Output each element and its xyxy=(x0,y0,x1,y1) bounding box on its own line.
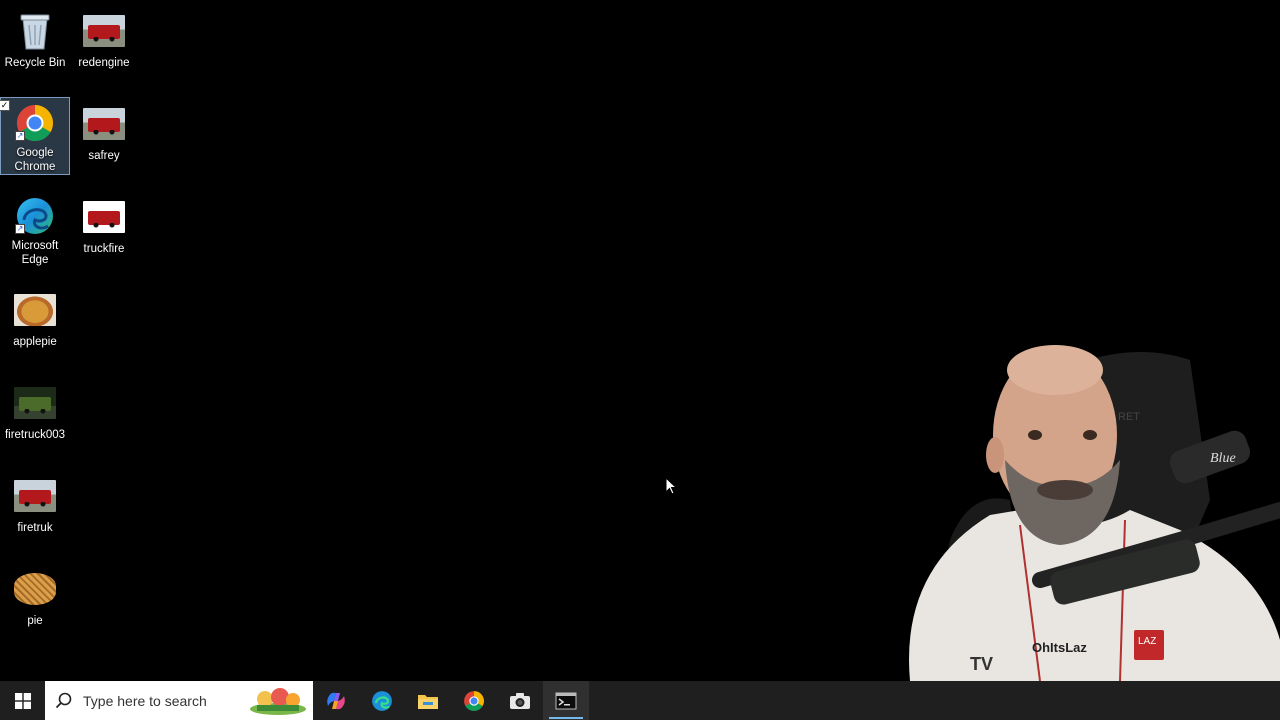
selection-checkbox[interactable]: ✓ xyxy=(0,100,10,111)
desktop-icon-applepie[interactable]: applepie xyxy=(0,283,70,361)
desktop-icon-safrey[interactable]: safrey xyxy=(69,97,139,175)
taskbar-edge[interactable] xyxy=(359,681,405,720)
shirt-tv-text: TV xyxy=(970,654,993,674)
desktop-icon-label: redengine xyxy=(78,57,130,69)
desktop-icon-firetruk[interactable]: firetruk xyxy=(0,469,70,547)
chrome-icon: ✓ ↗ xyxy=(0,100,57,143)
image-thumbnail-icon xyxy=(82,9,126,53)
search-placeholder: Type here to search xyxy=(83,692,207,709)
desktop-icon-label: applepie xyxy=(13,336,57,348)
recycle-bin-icon xyxy=(13,9,57,53)
desktop-icon-pie[interactable]: pie xyxy=(0,562,70,640)
taskbar-search-box[interactable]: Type here to search xyxy=(45,681,313,720)
taskbar-camera[interactable] xyxy=(497,681,543,720)
desktop-icon-label: truckfire xyxy=(83,243,125,255)
taskbar-copilot[interactable] xyxy=(313,681,359,720)
desktop-icon-label: safrey xyxy=(88,150,120,162)
search-icon xyxy=(55,692,72,708)
mic-brand-text: Blue xyxy=(1210,451,1236,466)
file-explorer-icon xyxy=(418,694,438,709)
image-thumbnail-icon xyxy=(13,474,57,518)
taskbar-chrome[interactable] xyxy=(451,681,497,720)
edge-icon xyxy=(372,690,392,711)
desktop-icon-label: Recycle Bin xyxy=(4,57,66,69)
desktop-icon-microsoft-edge[interactable]: ↗ Microsoft Edge xyxy=(0,190,70,268)
desktop-icon-recycle-bin[interactable]: Recycle Bin xyxy=(0,4,70,82)
terminal-icon xyxy=(555,692,577,709)
image-thumbnail-icon xyxy=(13,381,57,425)
taskbar-file-explorer[interactable] xyxy=(405,681,451,720)
shirt-text: OhItsLaz xyxy=(1032,640,1087,655)
taskbar: Type here to search xyxy=(0,681,1280,720)
shirt-badge-text: LAZ xyxy=(1138,636,1156,647)
desktop-icon-truckfire[interactable]: truckfire xyxy=(69,190,139,268)
desktop-icon-google-chrome[interactable]: ✓ ↗ Google Chrome xyxy=(0,97,70,175)
webcam-overlay: RET Blue OhItsLaz TV LAZ xyxy=(880,340,1280,681)
windows-logo-icon xyxy=(14,692,31,709)
start-button[interactable] xyxy=(0,681,45,720)
desktop-icon-label: Microsoft Edge xyxy=(11,240,59,266)
desktop-icon-redengine[interactable]: redengine xyxy=(69,4,139,82)
svg-text:RET: RET xyxy=(1118,411,1140,423)
camera-icon xyxy=(510,692,530,709)
chrome-icon xyxy=(464,690,484,711)
desktop-icon-label: firetruk xyxy=(17,522,53,534)
image-thumbnail-icon xyxy=(82,102,126,146)
shortcut-arrow-icon: ↗ xyxy=(15,224,25,234)
desktop-icon-label: pie xyxy=(27,615,43,627)
edge-icon: ↗ xyxy=(13,195,57,236)
search-highlight-icon xyxy=(250,688,306,715)
mouse-cursor-icon xyxy=(665,477,677,495)
desktop-icon-label: firetruck003 xyxy=(4,429,66,441)
shortcut-arrow-icon: ↗ xyxy=(15,131,25,141)
image-thumbnail-icon xyxy=(82,195,126,239)
image-thumbnail-icon xyxy=(13,288,57,332)
taskbar-terminal[interactable] xyxy=(543,681,589,720)
desktop-icon-label: Google Chrome xyxy=(14,147,56,173)
copilot-icon xyxy=(327,692,345,709)
desktop-icon-firetruck003[interactable]: firetruck003 xyxy=(0,376,70,454)
image-thumbnail-icon xyxy=(13,567,57,611)
